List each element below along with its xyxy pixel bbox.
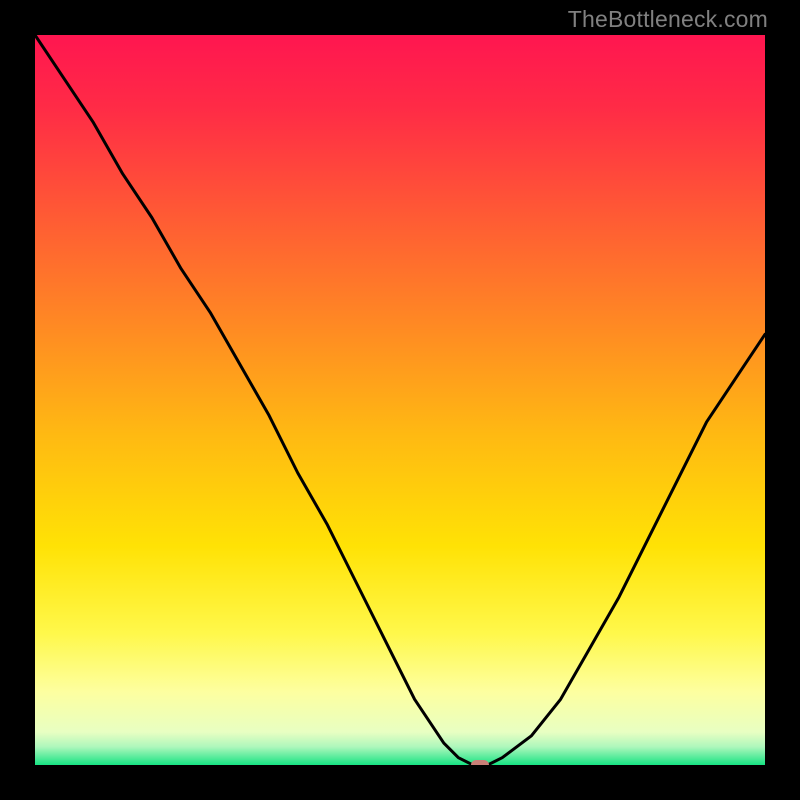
bottleneck-curve (35, 35, 765, 765)
plot-area (35, 35, 765, 765)
chart-frame: TheBottleneck.com (0, 0, 800, 800)
optimal-marker (471, 760, 489, 765)
watermark-text: TheBottleneck.com (568, 6, 768, 33)
